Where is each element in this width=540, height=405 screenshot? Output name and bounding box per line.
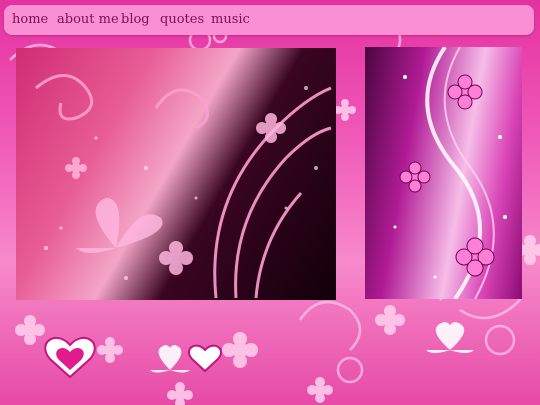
- nav-home-link[interactable]: home: [12, 12, 48, 27]
- nav-about-me-link[interactable]: about me: [57, 12, 119, 27]
- side-image-art: [393, 47, 507, 299]
- nav-music-link[interactable]: music: [211, 12, 250, 27]
- nav-bar: home about me blog quotes music: [4, 5, 534, 35]
- nav-blog-link[interactable]: blog: [121, 12, 150, 27]
- main-image-art: [35, 74, 332, 299]
- side-floral-image: [365, 47, 522, 299]
- main-glitter-image: [16, 48, 336, 300]
- nav-quotes-link[interactable]: quotes: [160, 12, 204, 27]
